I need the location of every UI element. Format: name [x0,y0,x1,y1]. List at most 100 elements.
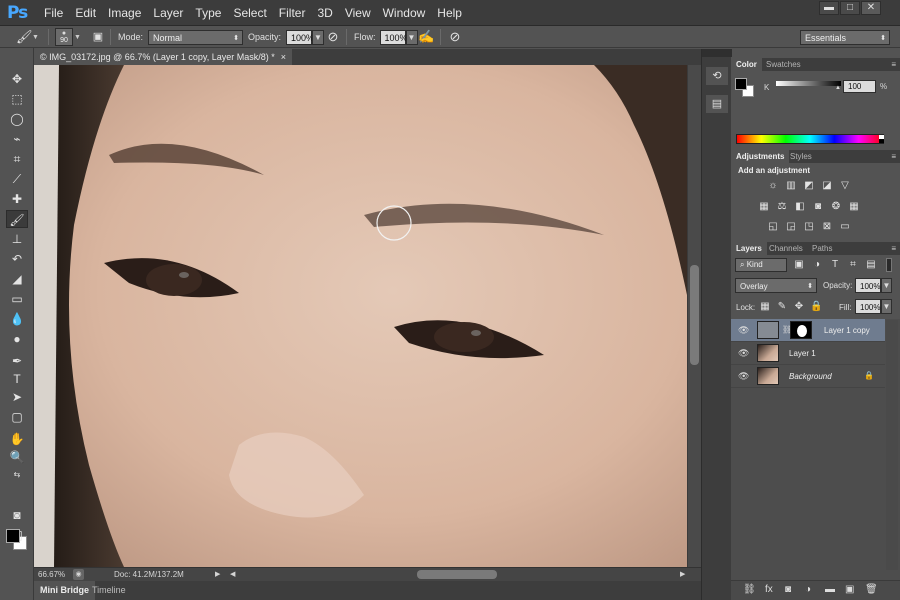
layer-mask-thumbnail[interactable] [790,321,812,339]
posterize-icon[interactable]: ◲ [785,221,797,233]
layer-filter-select[interactable]: ⌕ Kind [735,258,787,272]
filter-shape-icon[interactable]: ⌗ [847,259,859,271]
layer-opacity-dropdown[interactable]: ▼ [881,278,892,293]
menu-help[interactable]: Help [431,0,468,26]
document-tab[interactable]: © IMG_03172.jpg @ 66.7% (Layer 1 copy, L… [34,49,292,65]
filter-adjustment-icon[interactable]: ◑ [811,259,823,271]
chevron-down-icon[interactable]: ▼ [74,34,81,41]
brightness-icon[interactable]: ☼ [767,180,779,192]
exposure-icon[interactable]: ◪ [821,180,833,192]
add-mask-icon[interactable]: ◙ [785,584,791,595]
link-layers-icon[interactable]: ⛓ [743,584,756,595]
workspace-select[interactable]: Essentials ⬍ [800,29,890,45]
opacity-dropdown[interactable]: ▼ [312,29,325,45]
color-lookup-icon[interactable]: ▦ [848,201,860,213]
quick-mask-icon[interactable]: ◙ [6,506,28,524]
new-layer-icon[interactable]: ▣ [845,584,854,595]
maximize-button[interactable]: □ [840,1,860,15]
quick-select-icon[interactable]: ⌁ [6,130,28,148]
levels-icon[interactable]: ▥ [785,180,797,192]
invert-icon[interactable]: ◱ [767,221,779,233]
foreground-color-swatch[interactable] [6,529,20,543]
new-group-icon[interactable]: ▬ [825,584,835,595]
healing-icon[interactable]: ✚ [6,190,28,208]
gradient-icon[interactable]: ▭ [6,290,28,308]
color-balance-icon[interactable]: ⚖ [776,201,788,213]
filter-toggle[interactable] [886,258,892,272]
eyedropper-icon[interactable]: ⟋ [6,170,28,188]
menu-image[interactable]: Image [102,0,147,26]
menu-view[interactable]: View [339,0,377,26]
close-button[interactable]: ✕ [861,1,881,15]
tab-styles[interactable]: Styles [785,150,817,163]
delete-layer-icon[interactable]: 🗑 [865,584,878,595]
layer-opacity-input[interactable]: 100% [855,278,881,293]
swap-colors-icon[interactable]: ⇆ [6,466,28,484]
dodge-icon[interactable]: ● [6,330,28,348]
tab-adjustments[interactable]: Adjustments [731,150,790,163]
lasso-icon[interactable]: ◯ [6,110,28,128]
tab-channels[interactable]: Channels [764,242,808,255]
shape-icon[interactable]: ▢ [6,408,28,426]
horizontal-scroll-thumb[interactable] [417,570,497,579]
visibility-eye-icon[interactable]: 👁 [738,371,749,382]
menu-type[interactable]: Type [189,0,227,26]
panel-menu-icon[interactable]: ≡ [891,58,896,71]
menu-layer[interactable]: Layer [147,0,189,26]
tab-timeline[interactable]: Timeline [86,581,132,600]
tab-layers[interactable]: Layers [731,242,767,255]
history-icon[interactable]: ⟲ [706,67,728,85]
zoom-level[interactable]: 66.67% [38,568,65,581]
selective-color-icon[interactable]: ⊠ [821,221,833,233]
mode-select[interactable]: Normal ⬍ [148,29,244,45]
new-adjustment-icon[interactable]: ◑ [805,584,811,595]
hand-icon[interactable]: ✋ [6,430,28,448]
visibility-eye-icon[interactable]: 👁 [738,325,749,336]
brush-panel-icon[interactable]: ▣ [90,29,106,45]
clone-stamp-icon[interactable]: ⊥ [6,230,28,248]
properties-icon[interactable]: ▤ [706,95,728,113]
lock-pixels-icon[interactable]: ✎ [776,301,788,313]
menu-window[interactable]: Window [377,0,432,26]
k-slider[interactable] [776,81,841,86]
flow-input[interactable]: 100% [379,29,408,45]
menu-edit[interactable]: Edit [69,0,102,26]
threshold-icon[interactable]: ◳ [803,221,815,233]
menu-3d[interactable]: 3D [311,0,338,26]
slider-handle-icon[interactable]: ▲ [835,85,841,91]
fill-dropdown[interactable]: ▼ [881,299,892,314]
blur-icon[interactable]: 💧 [6,310,28,328]
tab-swatches[interactable]: Swatches [761,58,806,71]
lock-all-icon[interactable]: 🔒 [810,301,822,313]
opacity-input[interactable]: 100% [286,29,314,45]
filter-type-icon[interactable]: T [829,259,841,271]
curves-icon[interactable]: ◩ [803,180,815,192]
marquee-icon[interactable]: ⬚ [6,90,28,108]
layer-name[interactable]: Layer 1 copy [824,319,870,342]
document-canvas[interactable] [34,65,687,567]
history-brush-icon[interactable]: ↶ [6,250,28,268]
move-icon[interactable]: ✥ [6,70,28,88]
filter-smart-object-icon[interactable]: ▤ [865,259,877,271]
layer-row[interactable]: 👁 Layer 1 [731,342,885,365]
menu-select[interactable]: Select [227,0,272,26]
channel-mixer-icon[interactable]: ❂ [830,201,842,213]
flow-dropdown[interactable]: ▼ [405,29,418,45]
photo-filter-icon[interactable]: ◙ [812,201,824,213]
brush-size-picker[interactable]: ● 90 [55,28,73,46]
visibility-eye-icon[interactable]: 👁 [738,348,749,359]
close-tab-icon[interactable]: × [281,49,286,65]
brush-icon[interactable]: 🖌 [6,210,28,228]
path-select-icon[interactable]: ➤ [6,388,28,406]
chevron-right-icon[interactable]: ▶ [215,568,220,581]
brush-preset-icon[interactable]: 🖌 [16,29,33,45]
panel-menu-icon[interactable]: ≡ [891,242,896,255]
menu-file[interactable]: File [38,0,69,26]
k-value-input[interactable]: 100 [843,80,876,93]
type-icon[interactable]: T [6,370,28,388]
layer-row[interactable]: 👁 ⛓ Layer 1 copy [731,319,885,342]
filter-pixel-icon[interactable]: ▣ [793,259,805,271]
layer-row[interactable]: 👁 Background 🔒 [731,365,885,388]
gradient-map-icon[interactable]: ▭ [839,221,851,233]
tab-paths[interactable]: Paths [807,242,837,255]
